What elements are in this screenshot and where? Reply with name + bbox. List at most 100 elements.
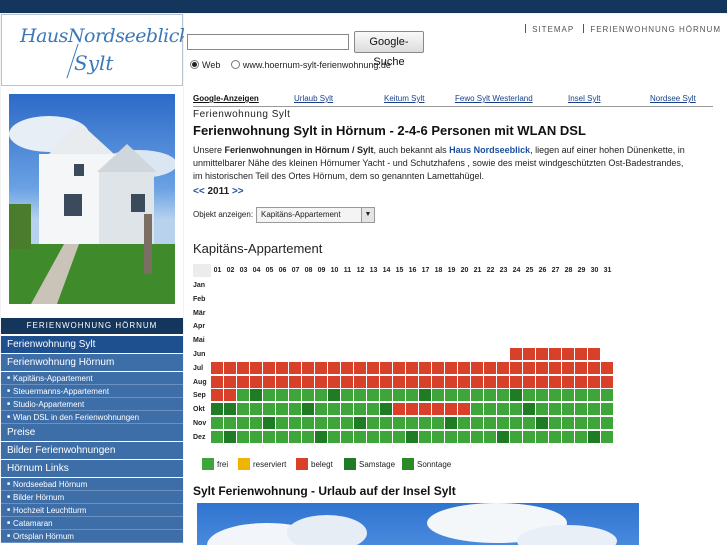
site-logo[interactable]: HausNordseeblick Sylt [1, 14, 190, 86]
sitemap-link[interactable]: SITEMAP [532, 25, 574, 34]
calendar-day-cell [315, 389, 327, 402]
radio-site[interactable] [230, 60, 240, 69]
sidebar-subitem[interactable]: Kapitäns-Appartement [1, 372, 183, 385]
calendar-day-cell [367, 417, 379, 429]
calendar-day-cell [276, 403, 288, 416]
legend-label: Sonntage [417, 460, 452, 469]
calendar-day-cell [523, 430, 535, 443]
calendar-day-cell [432, 375, 444, 388]
sidebar-subitem[interactable]: Steuermanns-Appartement [1, 385, 183, 398]
tab-urlaub-sylt[interactable]: Urlaub Sylt [294, 94, 333, 103]
calendar-month-label: Jan [193, 282, 206, 289]
calendar-day-cell [523, 389, 535, 402]
legend-swatch [402, 458, 414, 470]
legend-label: reserviert [253, 460, 287, 469]
sidebar-item[interactable]: Hörnum Links [1, 460, 183, 477]
sidebar-subitem[interactable]: Bilder Hörnum [1, 491, 183, 504]
calendar-day-header: 10 [328, 264, 341, 277]
calendar-day-cell [484, 361, 496, 374]
calendar-month-label: Apr [193, 323, 206, 331]
sidebar-subitem[interactable]: Nordseebad Hörnum [1, 478, 183, 491]
radio-web-label: Web [202, 60, 221, 70]
calendar-day-cell [380, 389, 392, 402]
haus-nordseeblick-link[interactable]: Haus Nordseeblick [449, 145, 530, 155]
calendar-day-cell [497, 430, 509, 443]
calendar-day-cell [341, 417, 353, 429]
calendar-day-cell [588, 430, 600, 443]
calendar-day-cell [380, 361, 392, 374]
prev-year-link[interactable]: << [193, 186, 205, 197]
tab-google-anzeigen[interactable]: Google-Anzeigen [193, 94, 259, 103]
next-year-link[interactable]: >> [232, 186, 244, 197]
object-select[interactable]: Kapitäns-Appartement ▼ [256, 207, 375, 223]
google-search-button[interactable]: Google-Suche [354, 31, 424, 68]
calendar-day-cell [601, 430, 613, 443]
calendar-day-cell [536, 375, 548, 388]
legend-item: belegt [296, 458, 333, 471]
calendar-day-header: 08 [302, 264, 315, 277]
calendar-day-cell [393, 375, 405, 388]
calendar-day-cell [549, 375, 561, 388]
logo-line1: HausNordseeblick [20, 25, 190, 47]
ferienwohnung-hoernum-link[interactable]: FERIENWOHNUNG HÖRNUM [590, 25, 721, 34]
calendar-day-cell [562, 375, 574, 388]
calendar-day-cell [315, 403, 327, 416]
calendar-day-cell [432, 389, 444, 402]
sidebar-subitem[interactable]: Hochzeit Leuchtturm [1, 504, 183, 517]
breadcrumb: Ferienwohnung Sylt [193, 106, 713, 122]
calendar-day-cell [367, 361, 379, 374]
calendar-day-header: 29 [575, 264, 588, 277]
calendar-day-cell [536, 403, 548, 416]
sidebar-subitem[interactable]: Catamaran [1, 517, 183, 530]
calendar-title: Kapitäns-Appartement [193, 241, 323, 256]
calendar-day-cell [354, 403, 366, 416]
calendar-day-cell [549, 348, 561, 360]
calendar-day-cell [419, 417, 431, 429]
sidebar-nav: Ferienwohnung SyltFerienwohnung HörnumKa… [1, 336, 183, 543]
sidebar-subitem[interactable]: Wlan DSL in den Ferienwohnungen [1, 411, 183, 424]
calendar-day-cell [588, 403, 600, 416]
calendar-day-cell [549, 389, 561, 402]
calendar-day-header: 01 [211, 264, 224, 277]
calendar-day-cell [406, 403, 418, 416]
calendar-day-cell [471, 417, 483, 429]
calendar-day-header: 21 [471, 264, 484, 277]
calendar-day-cell [341, 403, 353, 416]
sidebar: FERIENWOHNUNG HÖRNUM Ferienwohnung Sylt F… [1, 86, 183, 545]
calendar-day-cell [224, 389, 236, 402]
legend-swatch [344, 458, 356, 470]
calendar-day-cell [393, 417, 405, 429]
calendar-day-cell [315, 430, 327, 443]
calendar-day-cell [419, 389, 431, 402]
tab-nordsee-sylt[interactable]: Nordsee Sylt [650, 94, 696, 103]
sidebar-subitem[interactable]: Studio-Appartement [1, 398, 183, 411]
calendar-day-cell [250, 389, 262, 402]
year-nav: << 2011 >> [193, 186, 244, 197]
calendar-day-cell [237, 403, 249, 416]
legend-swatch [296, 458, 308, 470]
radio-web[interactable] [190, 60, 199, 69]
tab-insel-sylt[interactable]: Insel Sylt [568, 94, 600, 103]
beach-photo [197, 503, 639, 545]
sidebar-item[interactable]: Bilder Ferienwohnungen [1, 442, 183, 459]
calendar-day-header: 09 [315, 264, 328, 277]
calendar-day-cell [445, 361, 457, 374]
sidebar-subitem[interactable]: Ortsplan Hörnum [1, 530, 183, 543]
tab-fewo-sylt-westerland[interactable]: Fewo Sylt Westerland [455, 94, 533, 103]
calendar-day-cell [406, 389, 418, 402]
calendar-day-cell [211, 417, 223, 429]
calendar-day-cell [601, 389, 613, 402]
calendar-corner [193, 264, 211, 277]
legend-item: reserviert [238, 458, 286, 471]
tab-keitum-sylt[interactable]: Keitum Sylt [384, 94, 424, 103]
sidebar-item[interactable]: Ferienwohnung Sylt [1, 336, 183, 353]
calendar-day-cell [471, 389, 483, 402]
sidebar-item[interactable]: Preise [1, 424, 183, 441]
calendar-day-cell [315, 417, 327, 429]
search-input[interactable] [187, 34, 349, 50]
sidebar-item[interactable]: Ferienwohnung Hörnum [1, 354, 183, 371]
calendar-day-cell [276, 430, 288, 443]
calendar-day-cell [549, 361, 561, 374]
calendar-day-header: 14 [380, 264, 393, 277]
calendar-day-cell [302, 375, 314, 388]
